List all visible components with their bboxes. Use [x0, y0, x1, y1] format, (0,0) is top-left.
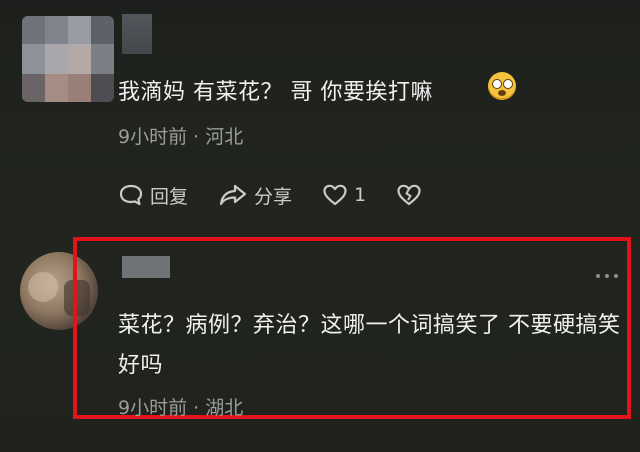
broken-heart-icon: [397, 184, 421, 206]
reply-bubble-icon: [119, 184, 143, 206]
comment-screen: 我滴妈 有菜花？ 哥 你要挨打嘛 9小时前 · 河北 回复 分享 1 菜花？病例…: [0, 0, 640, 452]
comment-actions: 回复 分享 1: [118, 180, 458, 210]
avatar[interactable]: [22, 16, 114, 102]
blurred-username[interactable]: [122, 14, 152, 54]
mosaic-block: [22, 16, 45, 44]
mosaic-block: [45, 44, 68, 74]
mosaic-block: [45, 16, 68, 44]
like-button[interactable]: 1: [322, 183, 366, 207]
dislike-button[interactable]: [396, 183, 428, 207]
share-button[interactable]: 分享: [218, 182, 292, 209]
mosaic-block: [22, 74, 45, 102]
heart-icon: [323, 184, 347, 206]
mosaic-block: [91, 74, 114, 102]
mosaic-block: [22, 44, 45, 74]
blurred-username[interactable]: [122, 256, 170, 278]
mosaic-block: [68, 74, 91, 102]
share-arrow-icon: [219, 184, 247, 206]
like-count: 1: [354, 184, 367, 206]
comment-meta: 9小时前 · 河北: [118, 126, 244, 148]
share-label: 分享: [254, 185, 293, 208]
comment-meta: 9小时前 · 湖北: [118, 397, 244, 419]
blurred-avatar-detail: [28, 272, 58, 302]
reply-label: 回复: [150, 185, 189, 208]
comment-text: 我滴妈 有菜花？ 哥 你要挨打嘛: [118, 80, 433, 105]
comment-text: 菜花？病例？弃治？这哪一个词搞笑了 不要硬搞笑好吗: [118, 313, 621, 378]
mosaic-block: [91, 16, 114, 44]
more-dots-icon[interactable]: [596, 273, 620, 281]
mosaic-block: [68, 44, 91, 74]
mosaic-block: [68, 16, 91, 44]
mosaic-block: [91, 44, 114, 74]
astonished-face-emoji-icon: [488, 72, 516, 100]
mosaic-block: [45, 74, 68, 102]
reply-button[interactable]: 回复: [118, 182, 188, 209]
